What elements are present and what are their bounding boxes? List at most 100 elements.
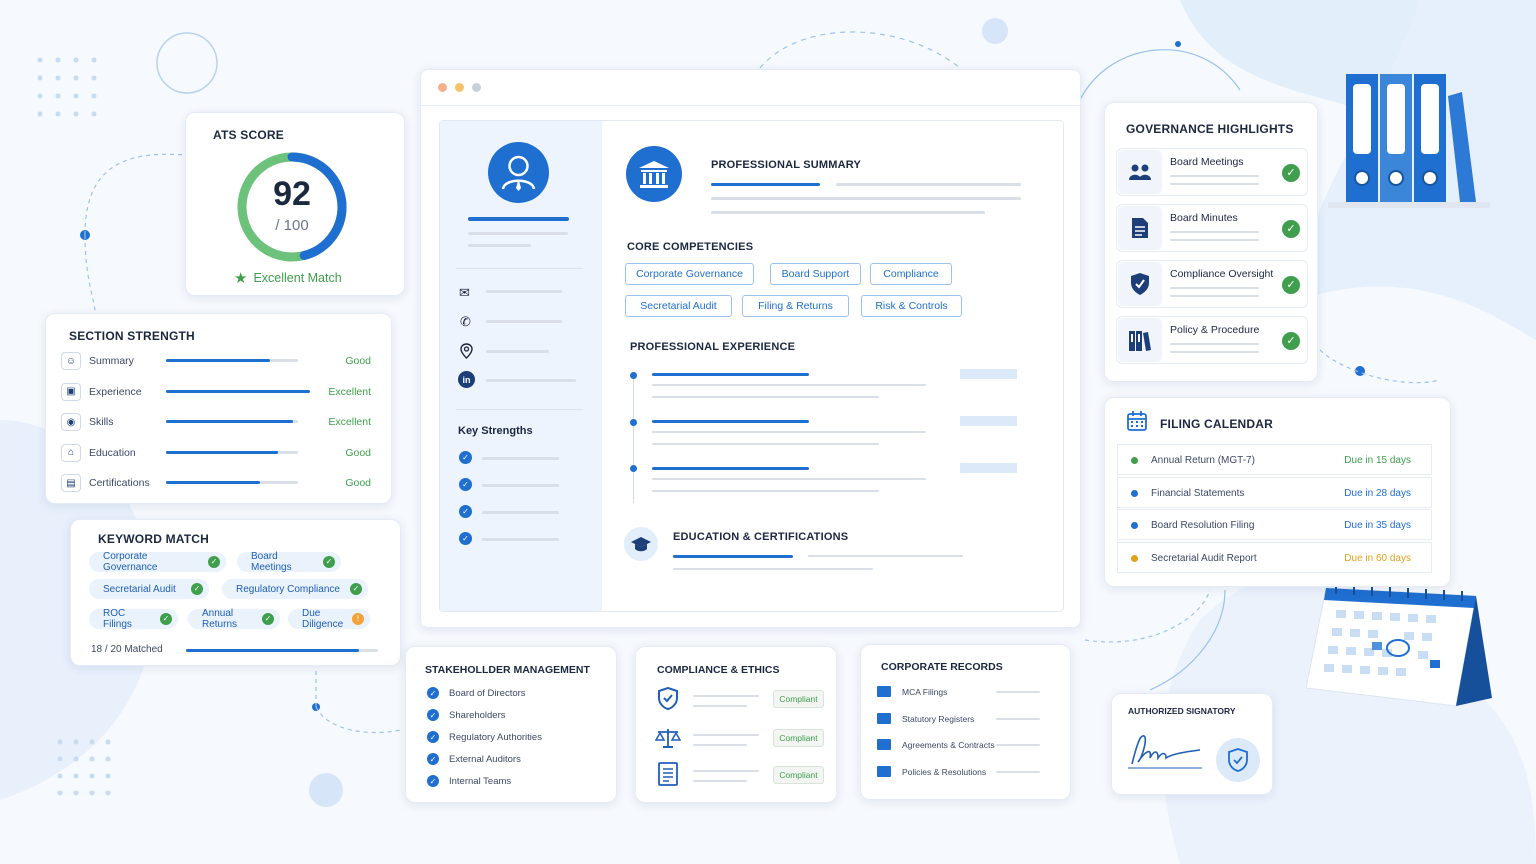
window-maximize-dot[interactable]	[472, 83, 481, 92]
folder-icon	[877, 765, 891, 777]
filing-due: Due in 35 days	[1344, 520, 1411, 531]
stakeholder-item: Shareholders	[449, 710, 506, 721]
folder-icon	[877, 712, 891, 724]
filing-calendar-card: FILING CALENDAR Annual Return (MGT-7) Due…	[1104, 397, 1451, 587]
keyword-chip[interactable]: Board Meetings ✓	[237, 551, 341, 573]
phone-line	[486, 320, 562, 323]
briefcase-icon: ▣	[61, 382, 81, 401]
filing-label: Board Resolution Filing	[1151, 520, 1255, 531]
record-item[interactable]: MCA Filings	[902, 687, 947, 697]
section-label: Summary	[89, 355, 134, 367]
competency-chip[interactable]: Corporate Governance	[625, 263, 754, 285]
summary-line	[711, 211, 985, 214]
edu-line	[673, 568, 873, 570]
keyword-chip-label: Board Meetings	[251, 551, 292, 573]
check-icon: ✓	[459, 451, 472, 464]
location-line	[486, 350, 549, 353]
star-icon: ★	[234, 270, 248, 287]
exp-line	[652, 396, 879, 398]
corporate-records-title: CORPORATE RECORDS	[881, 661, 1003, 673]
filing-label: Secretarial Audit Report	[1151, 552, 1257, 564]
keyword-chip-label: Corporate Governance	[103, 551, 158, 573]
check-icon: ✓	[1282, 332, 1300, 350]
competency-chip[interactable]: Secretarial Audit	[625, 295, 732, 317]
profile-avatar	[488, 142, 549, 203]
record-line	[996, 744, 1040, 746]
filing-row[interactable]: Annual Return (MGT-7) Due in 15 days	[1117, 444, 1432, 475]
binders-illustration	[1328, 74, 1490, 208]
record-item[interactable]: Statutory Registers	[902, 714, 974, 724]
governance-line	[1170, 231, 1259, 233]
check-icon: ✓	[262, 613, 274, 625]
keyword-chip-label: Due Diligence	[302, 608, 344, 630]
keyword-chip[interactable]: Corporate Governance ✓	[89, 551, 226, 573]
strength-fill	[166, 420, 293, 423]
governance-item-label: Policy & Procedure	[1170, 324, 1260, 336]
keyword-chip[interactable]: Regulatory Compliance ✓	[222, 579, 368, 599]
governance-item[interactable]: Policy & Procedure ✓	[1116, 316, 1308, 364]
window-close-dot[interactable]	[438, 83, 447, 92]
competency-chip[interactable]: Filing & Returns	[742, 295, 849, 317]
compliance-line	[693, 734, 759, 736]
signatory-title: AUTHORIZED SIGNATORY	[1128, 706, 1236, 716]
compliance-line	[693, 705, 747, 707]
exp-line	[652, 420, 809, 423]
competency-chip[interactable]: Compliance	[870, 263, 952, 285]
timeline-dot	[630, 419, 637, 426]
keyword-chip[interactable]: Due Diligence!	[288, 608, 370, 630]
calendar-icon	[1127, 411, 1147, 431]
filing-due: Due in 60 days	[1344, 552, 1411, 564]
strength-fill	[166, 450, 278, 454]
graduation-icon-circle	[624, 527, 658, 561]
status-dot	[1131, 457, 1138, 464]
keyword-chip-label: Annual Returns	[202, 608, 238, 630]
filing-row[interactable]: Secretarial Audit Report Due in 60 days	[1117, 541, 1432, 573]
calendar-illustration	[1306, 584, 1492, 707]
exp-line	[652, 384, 926, 386]
record-item[interactable]: Agreements & Contracts	[902, 740, 995, 750]
exp-line	[652, 373, 809, 376]
check-icon: ✓	[459, 478, 472, 491]
compliance-line	[693, 744, 747, 746]
governance-item[interactable]: Board Meetings ✓	[1116, 148, 1308, 196]
check-icon: ✓	[459, 532, 472, 545]
exp-line	[652, 431, 926, 433]
sidebar-divider-2	[456, 409, 583, 410]
competency-chip[interactable]: Risk & Controls	[861, 295, 962, 317]
governance-line	[1170, 239, 1259, 241]
governance-item-label: Board Meetings	[1170, 156, 1244, 168]
competency-chip[interactable]: Board Support	[770, 263, 861, 285]
governance-line	[1170, 343, 1259, 345]
resume-page: ✉ ✆ in Key Strengths ✓ ✓ ✓ ✓ PROFESSIONA…	[439, 120, 1064, 612]
keyword-chip[interactable]: Annual Returns ✓	[188, 608, 280, 630]
governance-item[interactable]: Compliance Oversight ✓	[1116, 260, 1308, 308]
summary-line	[836, 183, 1021, 186]
keyword-chip[interactable]: Secretarial Audit ✓	[89, 579, 209, 599]
signature-image	[1128, 735, 1202, 769]
section-strength-card: SECTION STRENGTH ☺ Summary Good ▣ Experience…	[45, 313, 392, 504]
stakeholder-item: External Auditors	[449, 754, 521, 765]
linkedin-icon[interactable]: in	[458, 371, 475, 388]
filing-row[interactable]: Board Resolution Filing Due in 35 days	[1117, 509, 1432, 540]
compliance-line	[693, 770, 759, 772]
summary-line	[711, 197, 1021, 200]
status-dot	[1131, 489, 1138, 497]
strength-line	[482, 457, 559, 460]
folder-icon	[877, 686, 891, 697]
governance-line	[1170, 175, 1259, 177]
governance-item[interactable]: Board Minutes ✓	[1116, 204, 1308, 252]
keyword-chip[interactable]: ROC Filings ✓	[89, 608, 178, 630]
section-label: Skills	[89, 416, 114, 428]
bank-icon-circle	[626, 146, 682, 202]
phone-icon: ✆	[460, 314, 471, 329]
section-label: Certifications	[89, 477, 150, 489]
window-minimize-dot[interactable]	[455, 83, 464, 92]
certificate-icon: ▤	[61, 474, 81, 492]
record-item[interactable]: Policies & Resolutions	[902, 767, 986, 777]
filing-row[interactable]: Financial Statements Due in 28 days	[1117, 476, 1432, 508]
check-icon: ✓	[427, 731, 439, 743]
filing-calendar-title: FILING CALENDAR	[1160, 417, 1273, 431]
edu-line	[808, 555, 963, 557]
section-rating: Good	[345, 446, 371, 459]
governance-line	[1170, 287, 1259, 289]
